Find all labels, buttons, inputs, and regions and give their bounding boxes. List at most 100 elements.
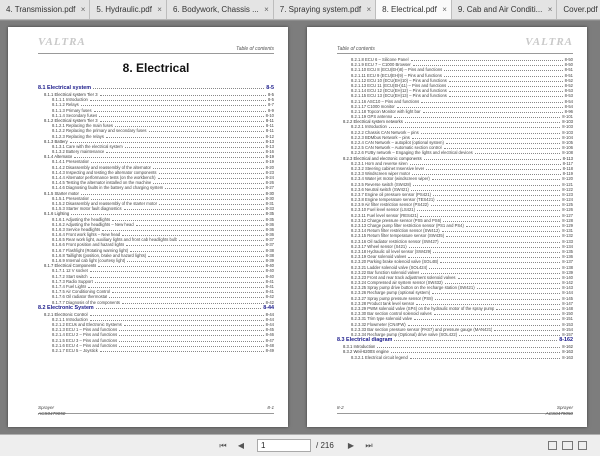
page-footer-left: Sprayer ACS0479050 — [38, 405, 65, 417]
toc-leader-dots — [446, 234, 561, 238]
fit-page-icon[interactable] — [578, 441, 587, 450]
toc-leader-dots — [423, 156, 561, 160]
toc-leader-dots — [119, 333, 264, 337]
tab-2[interactable]: 6. Bodywork, Chassis ... × — [166, 0, 274, 19]
close-tab-icon[interactable]: × — [264, 0, 269, 19]
toc-leader-dots — [121, 300, 264, 304]
first-page-icon[interactable]: ⏮ — [218, 441, 228, 451]
toc-leader-dots — [388, 125, 561, 129]
toc-leader-dots — [476, 286, 561, 290]
tab-0[interactable]: 4. Transmission.pdf × — [0, 0, 91, 19]
tab-5[interactable]: 9. Cab and Air Conditi... × — [451, 0, 558, 19]
toc-leader-dots — [91, 196, 264, 200]
single-page-view-icon[interactable] — [548, 441, 557, 450]
toc-leader-dots — [148, 129, 264, 133]
toc-entry[interactable]: 8.1 Electrical system 8-5 — [38, 85, 274, 92]
toc-leader-dots — [412, 63, 563, 67]
toc-leader-dots — [105, 134, 264, 138]
toc-leader-dots — [417, 208, 561, 212]
toc-entry-page: 8-163 — [562, 354, 573, 360]
toc-leader-dots — [409, 161, 561, 165]
toc-leader-dots — [457, 275, 561, 279]
toc-leader-dots — [95, 305, 262, 309]
document-viewer[interactable]: VALTRA Table of contents 8. Electrical 8… — [0, 21, 600, 434]
toc-leader-dots — [414, 317, 561, 321]
toc-leader-dots — [412, 172, 561, 176]
close-tab-icon[interactable]: × — [366, 0, 371, 19]
toc-leader-dots — [123, 207, 264, 211]
toc-leader-dots — [80, 191, 264, 195]
toc-entry-page: 8-44 — [263, 304, 274, 311]
tab-3[interactable]: 7. Spraying system.pdf × — [273, 0, 377, 19]
toc-entry[interactable]: 8.3.2.1 Electrical circuit legend 8-163 — [337, 355, 573, 360]
toc-leader-dots — [448, 89, 563, 93]
toc-leader-dots — [444, 281, 561, 285]
page-number: 8-2 — [337, 405, 344, 410]
toc-leader-dots — [93, 86, 265, 89]
toc-leader-dots — [71, 212, 264, 216]
toc-leader-dots — [119, 338, 264, 342]
toc-leader-dots — [93, 108, 266, 112]
toc-leader-dots — [158, 202, 264, 205]
page-footer-right: Sprayer ACS0479050 — [546, 405, 573, 417]
toc-leader-dots — [407, 322, 561, 326]
close-tab-icon[interactable]: × — [81, 0, 86, 19]
toc-leader-dots — [408, 255, 561, 259]
next-page-icon[interactable]: ▶ — [346, 441, 356, 450]
toc-leader-dots — [98, 264, 264, 268]
toc-leader-dots — [94, 279, 264, 283]
toc-entry[interactable]: 8.2.1.7 ECU 5 – Joystick 8-49 — [38, 348, 274, 353]
toc-entry-label: 8.2 Electronic System — [38, 304, 94, 311]
two-page-view-icon[interactable] — [562, 441, 573, 450]
toc-leader-dots — [102, 227, 264, 231]
toc-list-right: 8.2.1.8 ECU 6 – Silicone Panel 8-50 8.2.1.… — [337, 57, 573, 360]
tab-label: 6. Bodywork, Chassis ... — [172, 5, 259, 14]
toc-leader-dots — [433, 250, 561, 253]
brand-logo: VALTRA — [525, 36, 573, 48]
close-tab-icon[interactable]: × — [442, 0, 447, 19]
toc-leader-dots — [474, 151, 561, 155]
tab-6[interactable]: Cover.pdf× — [557, 0, 600, 19]
pdf-page-right: Table of contents VALTRA 8.2.1.8 ECU 6 –… — [307, 27, 587, 427]
toc-entry[interactable]: 8.3 Electrical diagram 8-162 — [337, 337, 573, 344]
toc-leader-dots — [119, 328, 264, 332]
toc-leader-dots — [496, 307, 561, 310]
toc-leader-dots — [410, 58, 563, 61]
toc-leader-dots — [416, 301, 561, 305]
last-page-icon[interactable]: ⏭ — [364, 441, 374, 451]
close-tab-icon[interactable]: × — [157, 0, 162, 19]
tab-4[interactable]: 8. Electrical.pdf × — [376, 0, 452, 19]
toc-leader-dots — [433, 312, 561, 316]
footer-code: ACS0479050 — [38, 411, 66, 416]
close-tab-icon[interactable]: × — [548, 0, 553, 19]
toc-leader-dots — [494, 327, 561, 331]
page-total: / 216 — [316, 441, 334, 450]
toc-entry-label: 8.1 Electrical system — [38, 85, 92, 91]
toc-leader-dots — [448, 94, 563, 98]
tab-label: 9. Cab and Air Conditi... — [457, 5, 543, 14]
toc-leader-dots — [443, 218, 561, 222]
prev-page-icon[interactable]: ◀ — [236, 441, 246, 450]
toc-leader-dots — [179, 238, 264, 242]
toc-leader-dots — [89, 98, 266, 102]
tab-1[interactable]: 5. Hydraulic.pdf × — [90, 0, 167, 19]
toc-leader-dots — [106, 150, 264, 154]
toc-list-left: 8.1 Electrical system 8-5 8.1.1 Electrical… — [38, 85, 274, 353]
toc-leader-dots — [436, 198, 561, 202]
toc-entry-page: 8-162 — [559, 337, 573, 344]
toc-entry[interactable]: 8.2 Electronic System 8-44 — [38, 305, 274, 312]
footer-code: ACS0479050 — [545, 411, 573, 416]
footer-divider — [337, 413, 573, 414]
toc-leader-dots — [69, 139, 264, 143]
toc-leader-dots — [413, 182, 561, 186]
header-divider — [38, 53, 274, 54]
toc-leader-dots — [440, 260, 561, 264]
toc-leader-dots — [396, 104, 563, 108]
tab-label: 4. Transmission.pdf — [6, 5, 76, 14]
toc-leader-dots — [148, 253, 264, 257]
footer-divider — [38, 413, 274, 414]
toc-leader-dots — [74, 155, 264, 159]
toc-leader-dots — [119, 343, 264, 347]
page-number-input[interactable]: 1 — [257, 439, 311, 452]
toc-leader-dots — [130, 248, 264, 252]
